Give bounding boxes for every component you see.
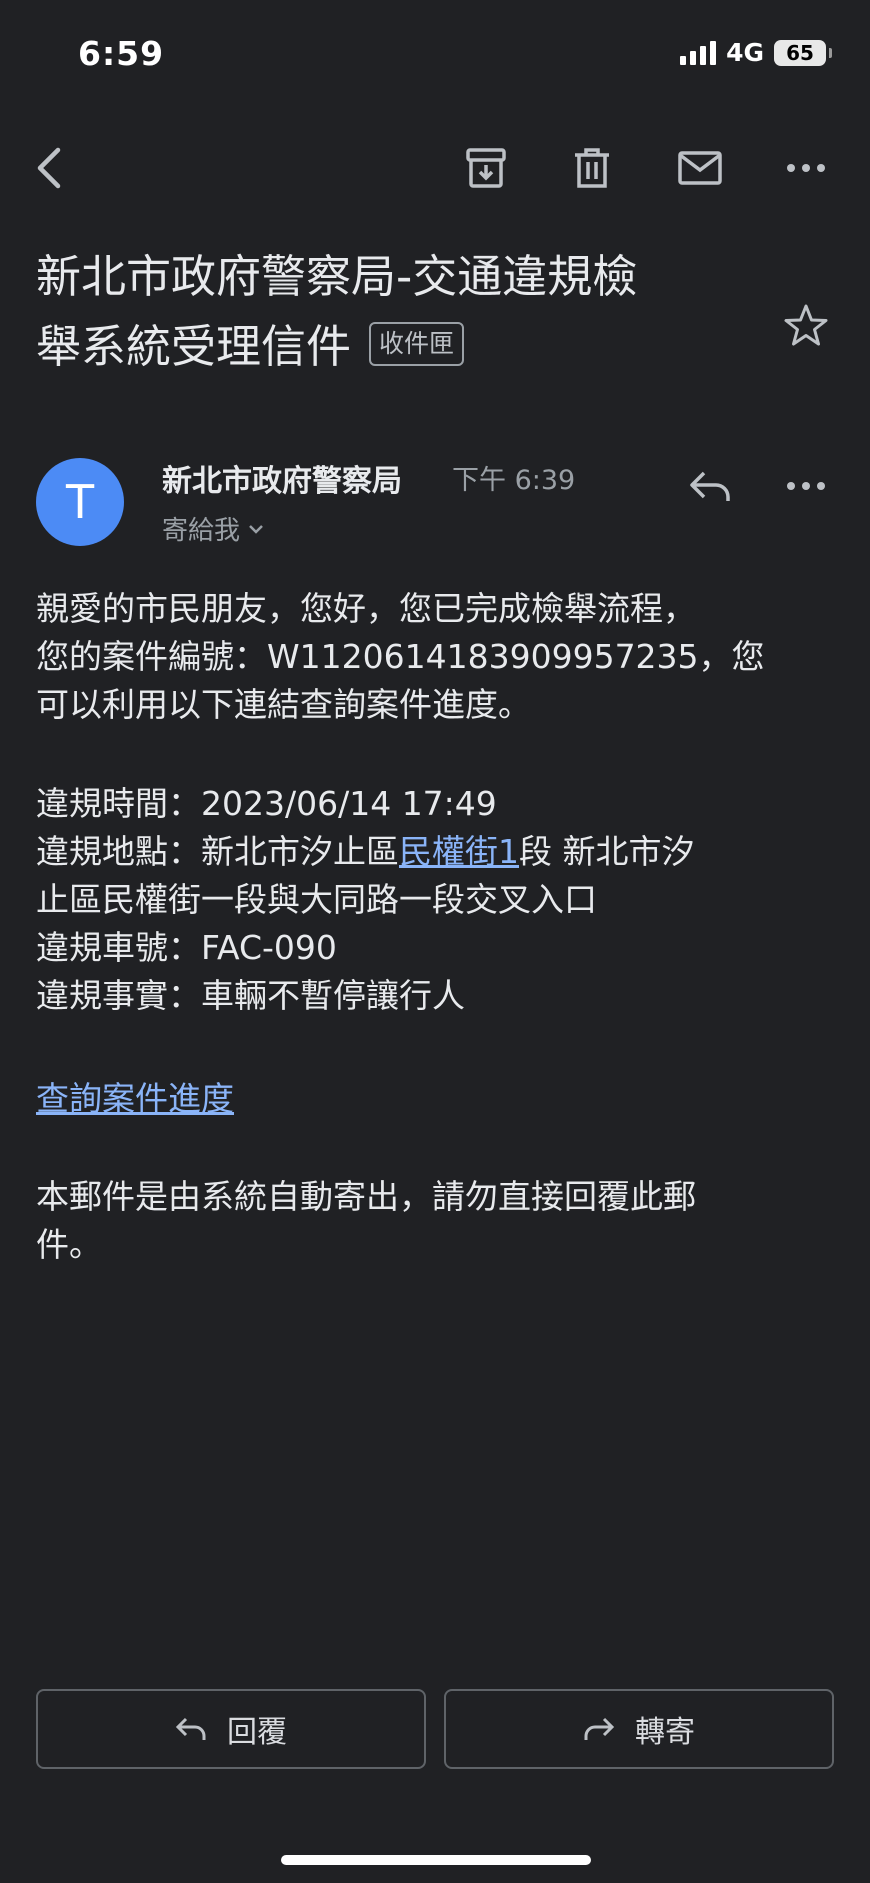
- violation-details: 違規時間：2023/06/14 17:49 違規地點：新北市汐止區民權街1段 新…: [36, 780, 836, 1020]
- violation-location-line-2: 止區民權街一段與大同路一段交叉入口: [36, 880, 597, 919]
- email-intro: 親愛的市民朋友，您好，您已完成檢舉流程， 您的案件編號：W11206141839…: [36, 585, 836, 729]
- query-progress-link[interactable]: 查詢案件進度: [36, 1079, 234, 1118]
- forward-button[interactable]: 轉寄: [444, 1689, 834, 1769]
- back-arrow-icon[interactable]: [20, 138, 80, 198]
- reply-icon[interactable]: [680, 456, 740, 516]
- reply-button[interactable]: 回覆: [36, 1689, 426, 1769]
- forward-arrow-icon: [584, 1717, 615, 1740]
- subject-text-2: 舉系統受理信件: [36, 320, 352, 373]
- query-section: 查詢案件進度: [36, 1075, 836, 1123]
- signal-icon: [680, 40, 717, 65]
- chevron-down-icon: [249, 524, 263, 534]
- forward-label: 轉寄: [635, 1715, 695, 1750]
- reply-label: 回覆: [227, 1715, 287, 1750]
- violation-location: 違規地點：新北市汐止區民權街1段 新北市汐: [36, 828, 836, 876]
- intro-line-1: 親愛的市民朋友，您好，您已完成檢舉流程，: [36, 589, 696, 628]
- reply-arrow-icon: [175, 1717, 206, 1740]
- subject-line-1: 新北市政府警察局-交通違規檢: [36, 250, 638, 303]
- violation-plate: 違規車號：FAC-090: [36, 928, 337, 967]
- location-map-link[interactable]: 民權街1: [399, 832, 519, 871]
- subject-line-2: 舉系統受理信件 收件匣: [36, 312, 736, 382]
- star-icon[interactable]: [782, 302, 830, 350]
- location-prefix: 違規地點：新北市汐止區: [36, 832, 399, 871]
- sender-avatar[interactable]: T: [36, 458, 124, 546]
- sent-time: 下午 6:39: [452, 465, 576, 496]
- recipient-label: 寄給我: [162, 516, 241, 546]
- sender-name: 新北市政府警察局: [162, 464, 402, 499]
- email-footer-note: 本郵件是由系統自動寄出，請勿直接回覆此郵 件。: [36, 1173, 836, 1269]
- violation-fact: 違規事實：車輛不暫停讓行人: [36, 976, 465, 1015]
- footer-line-2: 件。: [36, 1225, 102, 1264]
- more-icon[interactable]: [776, 138, 836, 198]
- archive-icon[interactable]: [456, 138, 516, 198]
- recipient-details-toggle[interactable]: 寄給我: [162, 510, 264, 547]
- status-time: 6:59: [78, 34, 165, 73]
- violation-time: 違規時間：2023/06/14 17:49: [36, 784, 497, 823]
- status-indicators: 4G 65: [680, 38, 832, 67]
- email-subject: 新北市政府警察局-交通違規檢 舉系統受理信件 收件匣: [36, 242, 736, 382]
- home-indicator[interactable]: [281, 1855, 591, 1865]
- network-type: 4G: [726, 38, 764, 67]
- intro-line-2: 您的案件編號：W1120614183909957235，您: [36, 637, 765, 676]
- inbox-label-chip[interactable]: 收件匣: [369, 322, 465, 366]
- trash-icon[interactable]: [562, 138, 622, 198]
- email-toolbar: [0, 128, 870, 208]
- message-more-icon[interactable]: [776, 456, 836, 516]
- footer-line-1: 本郵件是由系統自動寄出，請勿直接回覆此郵: [36, 1177, 696, 1216]
- mail-icon[interactable]: [670, 138, 730, 198]
- battery-icon: 65: [774, 39, 832, 66]
- location-suffix: 段 新北市汐: [519, 832, 695, 871]
- status-bar: 6:59 4G 65: [0, 0, 870, 110]
- intro-line-3: 可以利用以下連結查詢案件進度。: [36, 685, 531, 724]
